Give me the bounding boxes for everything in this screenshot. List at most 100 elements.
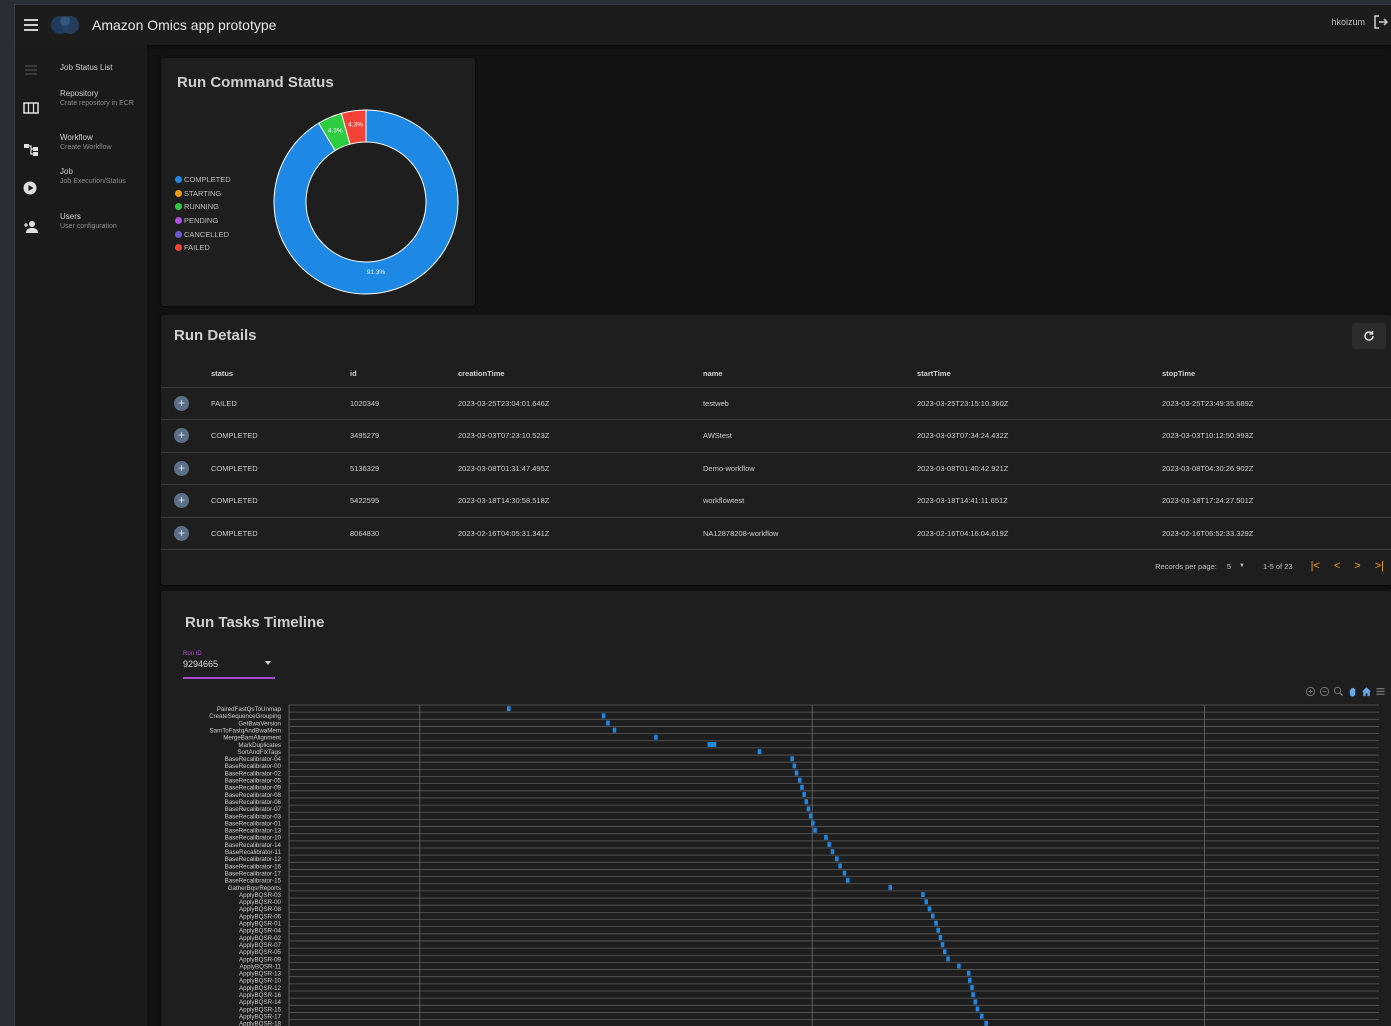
timeline-task-bar[interactable] xyxy=(845,877,850,883)
timeline-task-bar[interactable] xyxy=(970,985,974,990)
chevron-down-icon[interactable]: ▼ xyxy=(1239,563,1245,569)
table-cell-startTime: 2023-03-03T07:34:24.432Z xyxy=(917,419,1162,453)
timeline-task-bar[interactable] xyxy=(888,884,893,890)
run-id-select[interactable]: Run ID 9294665 xyxy=(183,651,275,679)
timeline-task-label: BaseRecalibrator-03 xyxy=(225,813,282,820)
timeline-task-bar[interactable] xyxy=(792,763,797,769)
timeline-task-bar[interactable] xyxy=(800,784,804,790)
status-donut-chart: 91.3% 4.3% 4.3% xyxy=(273,109,459,295)
menu-icon[interactable] xyxy=(1375,686,1386,697)
expand-row-button[interactable]: + xyxy=(174,428,189,444)
legend-item[interactable]: CANCELLED xyxy=(175,227,231,241)
table-row[interactable]: + FAILED 1020349 2023-03-25T23:04:01.646Z te… xyxy=(161,387,1391,420)
timeline-task-label: ApplyBQSR-17 xyxy=(239,1013,282,1020)
timeline-task-label: BaseRecalibrator-02 xyxy=(225,770,282,777)
timeline-task-bar[interactable] xyxy=(794,770,799,776)
timeline-task-bar[interactable] xyxy=(835,856,839,862)
sidebar-item-sub: Crate repository in ECR xyxy=(60,100,134,107)
next-page-button[interactable]: > xyxy=(1354,560,1360,572)
expand-row-button[interactable]: + xyxy=(174,525,189,541)
timeline-task-bar[interactable] xyxy=(757,749,762,755)
timeline-task-bar[interactable] xyxy=(927,906,932,912)
table-row[interactable]: + COMPLETED 5136329 2023-03-08T01:31:47.495… xyxy=(161,452,1391,485)
expand-row-button[interactable]: + xyxy=(174,493,189,509)
timeline-task-bar[interactable] xyxy=(975,1006,980,1012)
timeline-task-bar[interactable] xyxy=(973,999,978,1005)
refresh-button[interactable] xyxy=(1352,323,1386,349)
zoom-in-icon[interactable] xyxy=(1305,686,1316,697)
timeline-task-label: GetBwaVersion xyxy=(238,720,281,727)
timeline-task-bar[interactable] xyxy=(798,777,802,783)
timeline-task-bar[interactable] xyxy=(790,756,794,762)
timeline-task-label: BaseRecalibrator-01 xyxy=(225,820,282,827)
column-header[interactable]: name xyxy=(703,361,917,388)
timeline-task-bar[interactable] xyxy=(507,706,511,712)
timeline-task-bar[interactable] xyxy=(606,720,610,726)
timeline-task-bar[interactable] xyxy=(811,820,815,826)
pan-hand-icon[interactable] xyxy=(1347,686,1358,697)
app-bar: Amazon Omics app prototype hkoizum xyxy=(15,5,1391,45)
timeline-task-bar[interactable] xyxy=(971,992,975,998)
previous-page-button[interactable]: < xyxy=(1334,560,1340,572)
legend-item[interactable]: PENDING xyxy=(175,214,231,228)
legend-item[interactable]: COMPLETED xyxy=(175,173,231,187)
table-row[interactable]: + COMPLETED 5422595 2023-03-18T14:30:58.518… xyxy=(161,484,1391,518)
timeline-task-label: BaseRecalibrator-06 xyxy=(225,799,282,806)
timeline-task-bar[interactable] xyxy=(707,741,717,747)
expand-row-button[interactable]: + xyxy=(174,460,189,476)
home-icon[interactable] xyxy=(1361,686,1372,697)
column-header[interactable]: id xyxy=(350,361,458,388)
timeline-task-bar[interactable] xyxy=(806,806,811,812)
timeline-task-bar[interactable] xyxy=(830,849,835,855)
records-per-page-label: Records per page: xyxy=(1155,561,1217,571)
column-header[interactable]: creationTime xyxy=(458,361,703,388)
timeline-task-bar[interactable] xyxy=(924,899,928,905)
timeline-task-bar[interactable] xyxy=(934,920,938,926)
legend-label: CANCELLED xyxy=(184,229,230,239)
timeline-task-label: BaseRecalibrator-07 xyxy=(225,806,282,813)
timeline-task-bar[interactable] xyxy=(938,935,943,940)
timeline-task-bar[interactable] xyxy=(808,813,813,819)
legend-swatch xyxy=(175,230,182,238)
timeline-task-bar[interactable] xyxy=(936,927,940,933)
timeline-task-label: ApplyBQSR-06 xyxy=(239,913,282,920)
timeline-task-bar[interactable] xyxy=(984,1020,988,1026)
timeline-task-bar[interactable] xyxy=(824,834,828,840)
column-header[interactable]: startTime xyxy=(917,361,1162,388)
expand-row-button[interactable]: + xyxy=(174,395,189,411)
timeline-task-bar[interactable] xyxy=(838,863,842,869)
timeline-task-bar[interactable] xyxy=(842,870,847,876)
column-header[interactable]: stopTime xyxy=(1162,361,1391,388)
last-page-button[interactable]: >| xyxy=(1375,560,1384,572)
zoom-out-icon[interactable] xyxy=(1319,686,1330,697)
timeline-task-bar[interactable] xyxy=(601,713,606,719)
legend-item[interactable]: STARTING xyxy=(175,187,231,201)
timeline-task-bar[interactable] xyxy=(980,1013,984,1019)
timeline-task-label: PairedFastQsToUnmap xyxy=(217,706,282,713)
legend-item[interactable]: FAILED xyxy=(175,241,231,255)
timeline-task-bar[interactable] xyxy=(966,970,971,976)
timeline-task-bar[interactable] xyxy=(957,963,961,969)
timeline-task-bar[interactable] xyxy=(921,892,925,898)
timeline-task-bar[interactable] xyxy=(804,799,809,805)
timeline-task-bar[interactable] xyxy=(813,827,817,833)
timeline-task-bar[interactable] xyxy=(802,792,806,797)
timeline-task-bar[interactable] xyxy=(968,977,972,983)
sidebar-item-sub: User configuration xyxy=(60,223,117,230)
legend-item[interactable]: RUNNING xyxy=(175,200,231,214)
table-row[interactable]: + COMPLETED 8064830 2023-02-16T04:05:31.341… xyxy=(161,517,1391,550)
timeline-task-bar[interactable] xyxy=(943,949,947,955)
hamburger-menu-icon[interactable] xyxy=(24,19,38,31)
column-header[interactable]: status xyxy=(211,361,350,388)
records-per-page-select[interactable]: 5 xyxy=(1227,562,1231,571)
timeline-task-bar[interactable] xyxy=(931,913,935,919)
magnifier-icon[interactable] xyxy=(1333,686,1344,697)
logout-icon[interactable] xyxy=(1373,14,1389,30)
table-row[interactable]: + COMPLETED 3495279 2023-03-03T07:23:10.523… xyxy=(161,419,1391,453)
timeline-task-bar[interactable] xyxy=(612,727,617,733)
timeline-task-bar[interactable] xyxy=(827,842,831,847)
timeline-task-bar[interactable] xyxy=(946,956,950,962)
first-page-button[interactable]: |< xyxy=(1311,560,1320,572)
timeline-task-bar[interactable] xyxy=(940,942,945,948)
timeline-task-bar[interactable] xyxy=(654,734,658,740)
